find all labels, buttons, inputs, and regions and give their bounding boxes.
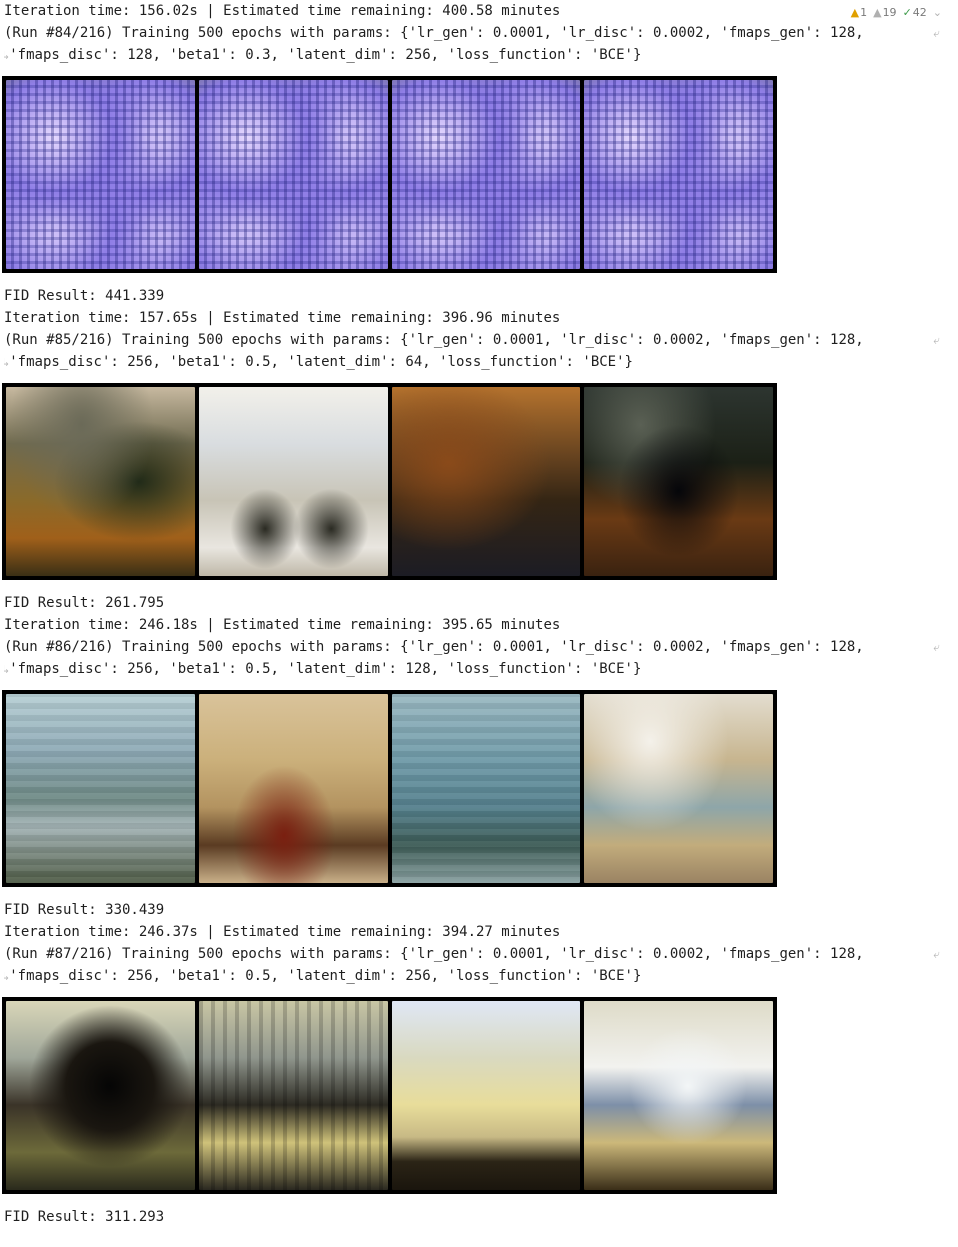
iteration-line: Iteration time: 246.37s | Estimated time… bbox=[4, 924, 561, 940]
sample-image-grid bbox=[2, 76, 777, 273]
generated-sample-image bbox=[6, 80, 195, 269]
generated-sample-image bbox=[198, 387, 388, 576]
iteration-line: Iteration time: 246.18s | Estimated time… bbox=[4, 617, 561, 633]
params-line-continuation: ↳'fmaps_disc': 256, 'beta1': 0.5, 'laten… bbox=[4, 968, 642, 984]
generated-sample-image bbox=[198, 694, 388, 883]
params-line: (Run #84/216) Training 500 epochs with p… bbox=[4, 22, 944, 44]
cell-output: Iteration time: 156.02s | Estimated time… bbox=[2, 0, 944, 1228]
soft-wrap-icon: ⤶ bbox=[933, 947, 940, 961]
generated-sample-image bbox=[6, 1001, 195, 1190]
generated-sample-image bbox=[584, 387, 773, 576]
iteration-line: Iteration time: 157.65s | Estimated time… bbox=[4, 310, 561, 326]
generated-sample-image bbox=[6, 387, 195, 576]
fid-result: FID Result: 311.293 bbox=[4, 1209, 165, 1225]
soft-wrap-icon: ⤶ bbox=[933, 333, 940, 347]
sample-image-grid bbox=[2, 383, 777, 580]
generated-sample-image bbox=[584, 694, 773, 883]
generated-sample-image bbox=[584, 1001, 773, 1190]
fid-result: FID Result: 330.439 bbox=[4, 902, 165, 918]
sample-image-grid bbox=[2, 997, 777, 1194]
params-line-continuation: ↳'fmaps_disc': 128, 'beta1': 0.3, 'laten… bbox=[4, 47, 642, 63]
params-line-continuation: ↳'fmaps_disc': 256, 'beta1': 0.5, 'laten… bbox=[4, 354, 633, 370]
generated-sample-image bbox=[391, 387, 581, 576]
soft-wrap-icon: ⤶ bbox=[933, 640, 940, 654]
generated-sample-image bbox=[391, 1001, 581, 1190]
generated-sample-image bbox=[391, 80, 581, 269]
params-line: (Run #86/216) Training 500 epochs with p… bbox=[4, 636, 944, 658]
generated-sample-image bbox=[391, 694, 581, 883]
generated-sample-image bbox=[6, 694, 195, 883]
sample-image-grid bbox=[2, 690, 777, 887]
generated-sample-image bbox=[198, 80, 388, 269]
fid-result: FID Result: 261.795 bbox=[4, 595, 165, 611]
fid-result: FID Result: 441.339 bbox=[4, 288, 165, 304]
generated-sample-image bbox=[584, 80, 773, 269]
soft-wrap-icon: ⤶ bbox=[933, 26, 940, 40]
params-line: (Run #87/216) Training 500 epochs with p… bbox=[4, 943, 944, 965]
params-line-continuation: ↳'fmaps_disc': 256, 'beta1': 0.5, 'laten… bbox=[4, 661, 642, 677]
iteration-line: Iteration time: 156.02s | Estimated time… bbox=[4, 3, 561, 19]
generated-sample-image bbox=[198, 1001, 388, 1190]
params-line: (Run #85/216) Training 500 epochs with p… bbox=[4, 329, 944, 351]
